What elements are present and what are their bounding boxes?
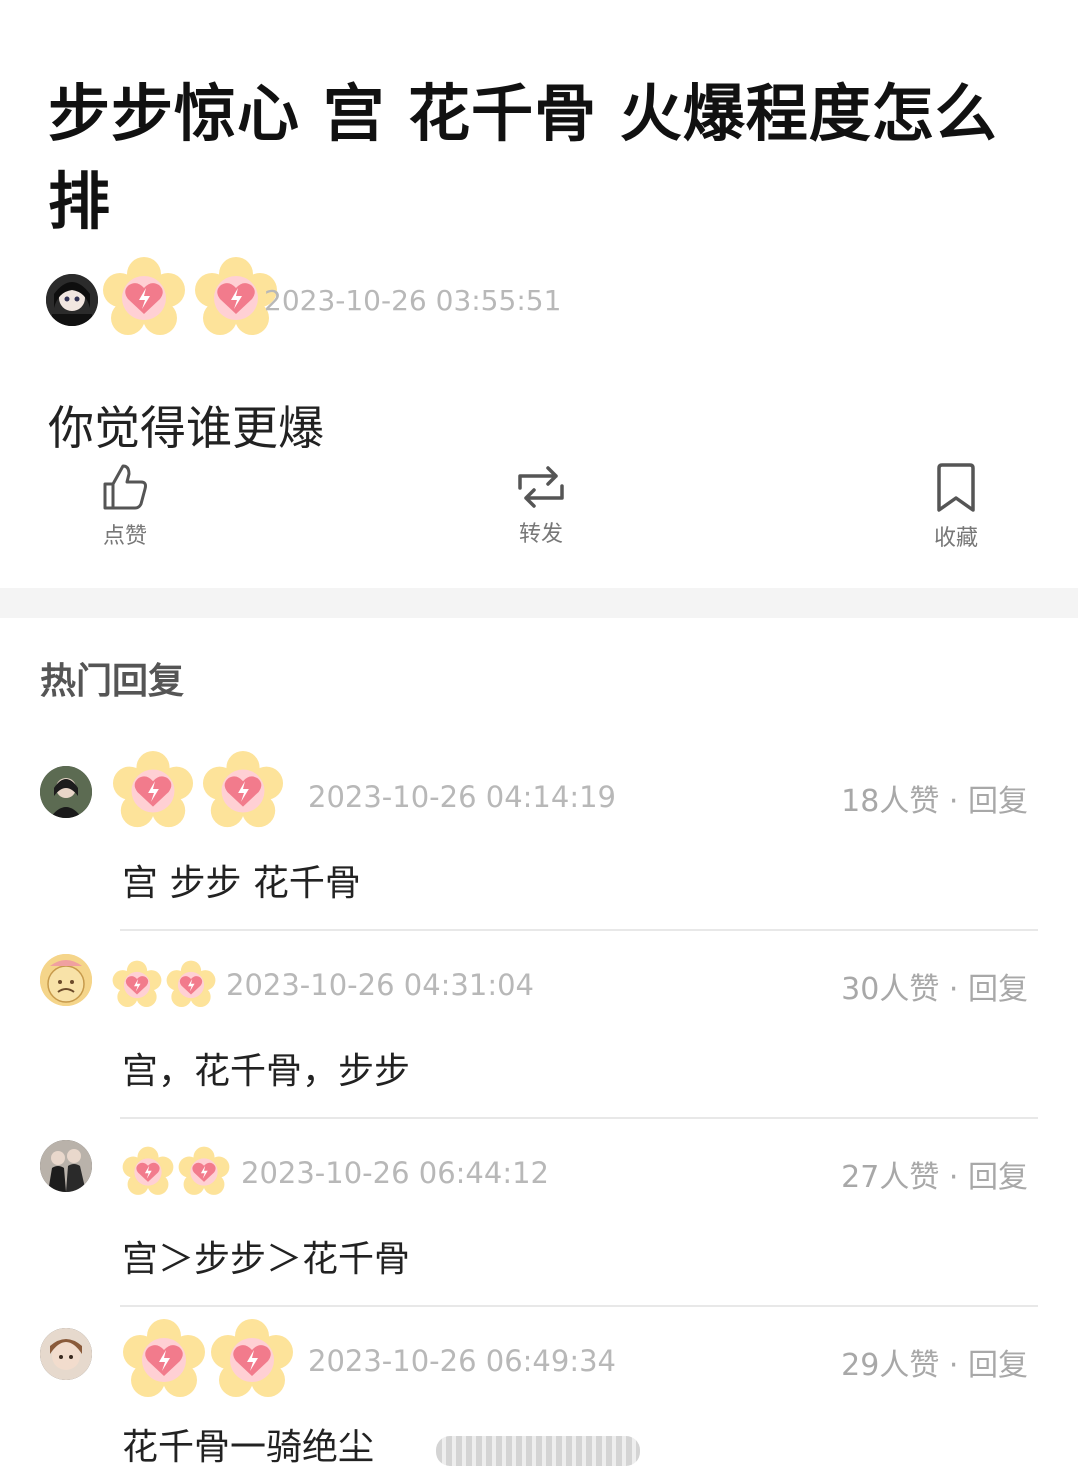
thumbs-up-icon — [103, 464, 147, 510]
commenter-name-sticker — [112, 750, 284, 832]
heart-flower-sticker-icon — [166, 960, 216, 1008]
commenter-avatar[interactable] — [40, 1328, 92, 1380]
heart-flower-sticker-icon — [123, 1319, 205, 1397]
commenter-name-sticker — [122, 1146, 230, 1198]
comment-item: 2023-10-26 06:44:12 27人赞 · 回复 宫＞步步＞花千骨 — [0, 1118, 1078, 1308]
heart-flower-sticker-icon — [103, 257, 185, 335]
avatar-image-icon — [40, 1328, 92, 1380]
avatar-image-icon — [40, 766, 92, 818]
meta-separator: · — [948, 972, 959, 1007]
like-button[interactable]: 点赞 — [55, 462, 195, 550]
post-title: 步步惊心 宫 花千骨 火爆程度怎么排 — [48, 77, 998, 238]
heart-flower-sticker-icon — [122, 1146, 174, 1195]
like-label: 点赞 — [102, 524, 147, 549]
comment-timestamp: 2023-10-26 06:44:12 — [241, 1156, 549, 1190]
comment-timestamp: 2023-10-26 06:49:34 — [308, 1344, 616, 1378]
repost-button[interactable]: 转发 — [471, 464, 611, 548]
comment-text: 宫 步步 花千骨 — [122, 863, 361, 904]
comment-timestamp: 2023-10-26 04:14:19 — [308, 780, 616, 814]
meta-separator: · — [948, 1160, 959, 1195]
commenter-avatar[interactable] — [40, 766, 92, 818]
comment-item: 2023-10-26 04:14:19 18人赞 · 回复 宫 步步 花千骨 — [0, 742, 1078, 932]
comment-meta: 30人赞 · 回复 — [841, 964, 1028, 1008]
section-divider — [0, 588, 1078, 618]
comment-likes[interactable]: 29人赞 — [841, 1348, 939, 1383]
action-bar: 点赞 转发 收藏 — [0, 458, 1078, 568]
avatar-image-icon — [40, 1140, 92, 1192]
heart-flower-sticker-icon — [211, 1319, 293, 1397]
bookmark-icon — [937, 463, 975, 512]
commenter-avatar[interactable] — [40, 954, 92, 1006]
author-name-sticker — [102, 256, 278, 340]
reply-button[interactable]: 回复 — [968, 1160, 1028, 1195]
comment-item: 2023-10-26 04:31:04 30人赞 · 回复 宫，花千骨，步步 — [0, 930, 1078, 1120]
favorite-button[interactable]: 收藏 — [886, 462, 1026, 552]
scroll-indicator[interactable] — [436, 1436, 640, 1466]
repost-label: 转发 — [518, 522, 563, 547]
comment-likes[interactable]: 27人赞 — [841, 1160, 939, 1195]
commenter-name-sticker — [112, 960, 216, 1010]
meta-separator: · — [948, 784, 959, 819]
comment-timestamp: 2023-10-26 04:31:04 — [226, 968, 534, 1002]
avatar-image-icon — [40, 954, 92, 1006]
avatar-image-icon — [46, 274, 98, 326]
comment-meta: 18人赞 · 回复 — [841, 776, 1028, 820]
repost-icon — [518, 466, 564, 508]
section-title: 热门回复 — [40, 661, 185, 702]
heart-flower-sticker-icon — [178, 1146, 230, 1195]
commenter-name-sticker — [122, 1318, 294, 1402]
comment-likes[interactable]: 18人赞 — [841, 784, 939, 819]
author-avatar[interactable] — [46, 274, 98, 326]
heart-flower-sticker-icon — [202, 750, 284, 828]
comment-meta: 29人赞 · 回复 — [841, 1340, 1028, 1384]
comment-text: 宫，花千骨，步步 — [122, 1051, 411, 1092]
post-timestamp: 2023-10-26 03:55:51 — [264, 284, 562, 317]
comment-meta: 27人赞 · 回复 — [841, 1152, 1028, 1196]
commenter-avatar[interactable] — [40, 1140, 92, 1192]
heart-flower-sticker-icon — [112, 960, 162, 1008]
reply-button[interactable]: 回复 — [968, 972, 1028, 1007]
author-row: 2023-10-26 03:55:51 — [46, 256, 646, 342]
reply-button[interactable]: 回复 — [968, 1348, 1028, 1383]
comment-text: 宫＞步步＞花千骨 — [122, 1239, 411, 1280]
comment-likes[interactable]: 30人赞 — [841, 972, 939, 1007]
comment-text: 花千骨一骑绝尘 — [122, 1427, 375, 1468]
meta-separator: · — [948, 1348, 959, 1383]
reply-button[interactable]: 回复 — [968, 784, 1028, 819]
favorite-label: 收藏 — [933, 526, 978, 551]
heart-flower-sticker-icon — [112, 750, 194, 828]
post-body: 你觉得谁更爆 — [48, 401, 324, 455]
